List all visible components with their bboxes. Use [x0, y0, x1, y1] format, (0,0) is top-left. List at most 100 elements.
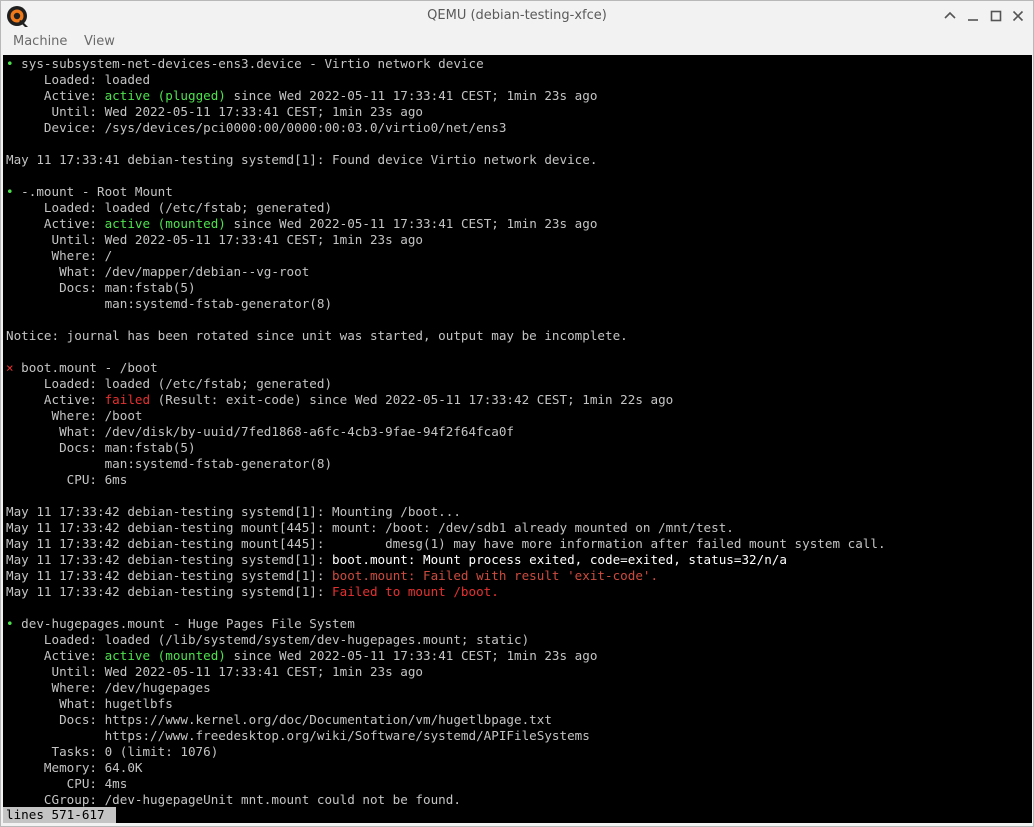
console-line: • dev-hugepages.mount - Huge Pages File …: [6, 616, 355, 632]
console-line: https://www.freedesktop.org/wiki/Softwar…: [6, 728, 590, 744]
console-text: boot.mount - /boot: [21, 360, 158, 375]
console-line: May 11 17:33:42 debian-testing mount[445…: [6, 536, 886, 552]
console-text: Docs: https://www.kernel.org/doc/Documen…: [6, 712, 552, 727]
console-line: Device: /sys/devices/pci0000:00/0000:00:…: [6, 120, 507, 136]
console-line: Notice: journal has been rotated since u…: [6, 328, 628, 344]
console-text: sys-subsystem-net-devices-ens3.device - …: [21, 56, 484, 71]
console-text: Active:: [6, 648, 105, 663]
console-text: -.mount - Root Mount: [21, 184, 173, 199]
status-dot-active: •: [6, 184, 22, 199]
menu-machine[interactable]: Machine: [13, 34, 67, 49]
console-line: Where: /boot: [6, 408, 142, 424]
console-line: man:systemd-fstab-generator(8): [6, 296, 332, 312]
console-line: Docs: man:fstab(5): [6, 440, 196, 456]
console-text: What: /dev/mapper/debian--vg-root: [6, 264, 310, 279]
console-line: May 11 17:33:42 debian-testing systemd[1…: [6, 552, 787, 568]
vm-console-display[interactable]: CGroup: /dev-hugepageUnit mnt.mount coul…: [3, 55, 1032, 823]
console-line: × boot.mount - /boot: [6, 360, 158, 376]
console-line: • sys-subsystem-net-devices-ens3.device …: [6, 56, 484, 72]
console-text: May 11 17:33:42 debian-testing systemd[1…: [6, 568, 333, 583]
minimize-icon[interactable]: [963, 6, 983, 26]
console-text: man:systemd-fstab-generator(8): [6, 296, 333, 311]
console-text: What: /dev/disk/by-uuid/7fed1868-a6fc-4c…: [6, 424, 514, 439]
console-line: Where: /: [6, 248, 112, 264]
console-line: • -.mount - Root Mount: [6, 184, 173, 200]
console-line: Until: Wed 2022-05-11 17:33:41 CEST; 1mi…: [6, 664, 423, 680]
console-text: May 11 17:33:42 debian-testing systemd[1…: [6, 552, 333, 567]
console-text: active (mounted): [104, 216, 226, 231]
console-text: CPU: 4ms: [6, 776, 128, 791]
console-text: May 11 17:33:42 debian-testing systemd[1…: [6, 504, 461, 519]
console-line: What: /dev/disk/by-uuid/7fed1868-a6fc-4c…: [6, 424, 514, 440]
console-line: Docs: https://www.kernel.org/doc/Documen…: [6, 712, 552, 728]
console-text: May 11 17:33:42 debian-testing mount[445…: [6, 536, 886, 551]
console-text: active (mounted): [104, 648, 226, 663]
console-line: Where: /dev/hugepages: [6, 680, 211, 696]
console-text: Loaded: loaded (/etc/fstab; generated): [6, 200, 333, 215]
console-text: active (plugged): [104, 88, 226, 103]
console-line: CGroup: /dev-hugepageUnit mnt.mount coul…: [6, 792, 461, 808]
shade-icon[interactable]: [940, 6, 960, 26]
console-line: Active: active (mounted) since Wed 2022-…: [6, 216, 598, 232]
console-text: Device: /sys/devices/pci0000:00/0000:00:…: [6, 120, 507, 135]
console-line: What: hugetlbfs: [6, 696, 173, 712]
status-mark-failed: ×: [6, 360, 22, 375]
console-line: Tasks: 0 (limit: 1076): [6, 744, 218, 760]
menu-view[interactable]: View: [84, 34, 115, 49]
console-text: CPU: 6ms: [6, 472, 128, 487]
console-text: May 11 17:33:42 debian-testing mount[445…: [6, 520, 734, 535]
console-line: Active: active (plugged) since Wed 2022-…: [6, 88, 598, 104]
console-line: Until: Wed 2022-05-11 17:33:41 CEST; 1mi…: [6, 232, 423, 248]
console-line: Loaded: loaded: [6, 72, 150, 88]
console-text: What: hugetlbfs: [6, 696, 173, 711]
console-text: (Result: exit-code) since Wed 2022-05-11…: [150, 392, 674, 407]
console-line: Docs: man:fstab(5): [6, 280, 196, 296]
console-line: What: /dev/mapper/debian--vg-root: [6, 264, 309, 280]
console-text: CGroup: /dev-hugepageUnit mnt.mount coul…: [6, 792, 461, 807]
status-dot-active: •: [6, 616, 22, 631]
console-text: boot.mount: Failed with result 'exit-cod…: [332, 568, 659, 583]
console-text: Loaded: loaded (/lib/systemd/system/dev-…: [6, 632, 530, 647]
console-text: Until: Wed 2022-05-11 17:33:41 CEST; 1mi…: [6, 664, 424, 679]
console-line: Active: failed (Result: exit-code) since…: [6, 392, 673, 408]
console-text: Where: /dev/hugepages: [6, 680, 211, 695]
close-icon[interactable]: [1008, 6, 1028, 26]
console-line: May 11 17:33:42 debian-testing mount[445…: [6, 520, 734, 536]
console-line: Loaded: loaded (/etc/fstab; generated): [6, 376, 332, 392]
console-line: Loaded: loaded (/etc/fstab; generated): [6, 200, 332, 216]
console-text: Active:: [6, 392, 105, 407]
console-text: May 11 17:33:41 debian-testing systemd[1…: [6, 152, 598, 167]
console-line: CPU: 6ms: [6, 472, 128, 488]
console-text: boot.mount: Mount process exited, code=e…: [332, 552, 787, 567]
console-text: Loaded: loaded: [6, 72, 151, 87]
console-text: Memory: 64.0K: [6, 760, 143, 775]
text-cursor: [108, 807, 116, 823]
console-text: Active:: [6, 88, 105, 103]
console-line: Loaded: loaded (/lib/systemd/system/dev-…: [6, 632, 529, 648]
console-line: Until: Wed 2022-05-11 17:33:41 CEST; 1mi…: [6, 104, 423, 120]
console-text: Where: /boot: [6, 408, 143, 423]
console-line: May 11 17:33:42 debian-testing systemd[1…: [6, 568, 658, 584]
console-text: Where: /: [6, 248, 113, 263]
console-text: failed: [104, 392, 151, 407]
console-text: May 11 17:33:42 debian-testing systemd[1…: [6, 584, 333, 599]
console-text: dev-hugepages.mount - Huge Pages File Sy…: [21, 616, 355, 631]
console-text: Failed to mount /boot.: [332, 584, 499, 599]
console-text: Until: Wed 2022-05-11 17:33:41 CEST; 1mi…: [6, 232, 424, 247]
maximize-icon[interactable]: [986, 6, 1006, 26]
console-text: Docs: man:fstab(5): [6, 440, 196, 455]
title-bar[interactable]: QEMU (debian-testing-xfce): [1, 1, 1033, 31]
console-text: Loaded: loaded (/etc/fstab; generated): [6, 376, 333, 391]
menu-bar: Machine View: [1, 31, 1033, 54]
pager-status: lines 571-617: [3, 807, 108, 823]
console-text: Docs: man:fstab(5): [6, 280, 196, 295]
console-text: https://www.freedesktop.org/wiki/Softwar…: [6, 728, 590, 743]
console-line: May 11 17:33:42 debian-testing systemd[1…: [6, 504, 461, 520]
console-line: Active: active (mounted) since Wed 2022-…: [6, 648, 598, 664]
window-title: QEMU (debian-testing-xfce): [427, 8, 607, 23]
console-text: Notice: journal has been rotated since u…: [6, 328, 628, 343]
console-line: May 11 17:33:41 debian-testing systemd[1…: [6, 152, 597, 168]
console-text: Active:: [6, 216, 105, 231]
console-line: May 11 17:33:42 debian-testing systemd[1…: [6, 584, 499, 600]
console-text: since Wed 2022-05-11 17:33:41 CEST; 1min…: [225, 648, 598, 663]
